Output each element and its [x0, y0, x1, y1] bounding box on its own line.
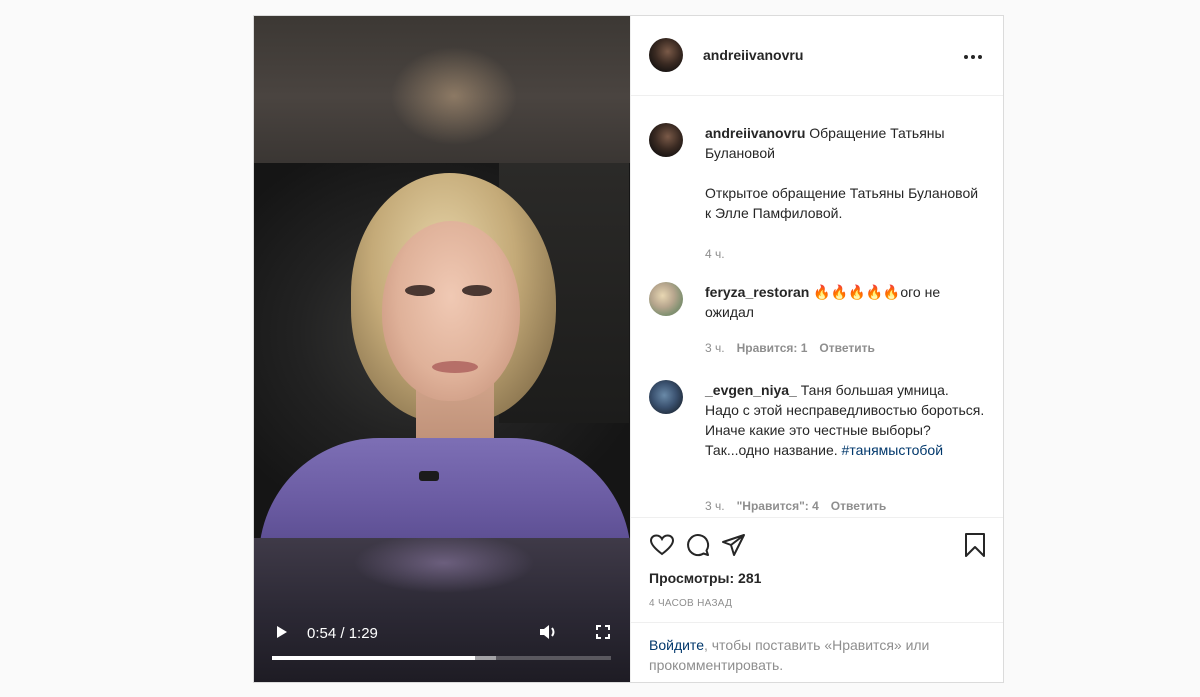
save-button[interactable] [962, 532, 988, 558]
caption-text: andreiivanovru Обращение Татьяны Буланов… [705, 123, 985, 223]
comment-text: feryza_restoran 🔥🔥🔥🔥🔥ого не ожидал [705, 282, 985, 322]
comment-meta: 3 ч. Нравится: 1 Ответить [705, 341, 887, 355]
more-options-button[interactable] [964, 54, 984, 60]
comment-likes[interactable]: Нравится: 1 [737, 341, 808, 355]
post-card: 0:54 / 1:29 andreiivanovru andreiivanovr… [253, 15, 1004, 683]
login-prompt: Войдите, чтобы поставить «Нравится» или … [631, 622, 1003, 682]
post-actions: Просмотры: 281 4 ЧАСОВ НАЗАД Войдите, чт… [631, 517, 1003, 682]
comment-likes[interactable]: "Нравится": 4 [737, 499, 819, 513]
caption-meta: 4 ч. [705, 247, 737, 261]
comment-username[interactable]: feryza_restoran [705, 284, 809, 300]
comment-avatar[interactable] [649, 380, 683, 414]
comment-time[interactable]: 3 ч. [705, 499, 725, 513]
comments-list[interactable]: andreiivanovru Обращение Татьяны Буланов… [631, 96, 1003, 517]
comment-avatar[interactable] [649, 282, 683, 316]
comment-meta: 3 ч. "Нравится": 4 Ответить [705, 499, 898, 513]
heart-icon [649, 534, 675, 556]
comment-button[interactable] [685, 532, 711, 558]
post-timestamp[interactable]: 4 ЧАСОВ НАЗАД [649, 598, 732, 609]
post-header: andreiivanovru [631, 16, 1003, 96]
fullscreen-button[interactable] [595, 624, 611, 640]
reply-button[interactable]: Ответить [831, 499, 886, 513]
video-controls: 0:54 / 1:29 [254, 612, 630, 682]
reply-button[interactable]: Ответить [819, 341, 874, 355]
video-frame[interactable] [254, 163, 630, 538]
bookmark-icon [965, 533, 985, 557]
video-played [272, 656, 475, 660]
volume-icon [540, 625, 555, 639]
video-progress-bar[interactable] [272, 656, 611, 660]
comment-time[interactable]: 3 ч. [705, 341, 725, 355]
caption-time[interactable]: 4 ч. [705, 247, 725, 261]
volume-button[interactable] [538, 622, 560, 642]
caption-username[interactable]: andreiivanovru [705, 125, 805, 141]
like-button[interactable] [649, 532, 675, 558]
share-icon [722, 534, 745, 556]
caption-avatar[interactable] [649, 123, 683, 157]
comment-text: _evgen_niya_ Таня большая умница. Надо с… [705, 380, 985, 460]
fullscreen-icon [596, 625, 610, 639]
caption-body: Открытое обращение Татьяны Булановой к Э… [705, 185, 979, 221]
play-icon [277, 626, 287, 638]
play-button[interactable] [274, 624, 290, 640]
view-count[interactable]: Просмотры: 281 [649, 570, 761, 586]
share-button[interactable] [721, 532, 747, 558]
post-sidebar: andreiivanovru andreiivanovru Обращение … [630, 16, 1003, 682]
author-username[interactable]: andreiivanovru [703, 47, 803, 63]
author-avatar[interactable] [649, 38, 683, 72]
comment-hashtag[interactable]: #танямыстобой [842, 442, 944, 458]
comment-username[interactable]: _evgen_niya_ [705, 382, 797, 398]
video-player[interactable]: 0:54 / 1:29 [254, 16, 630, 682]
video-blur-top [254, 16, 630, 163]
login-link[interactable]: Войдите [649, 637, 704, 653]
comment-icon [687, 534, 710, 557]
video-time: 0:54 / 1:29 [307, 625, 378, 642]
